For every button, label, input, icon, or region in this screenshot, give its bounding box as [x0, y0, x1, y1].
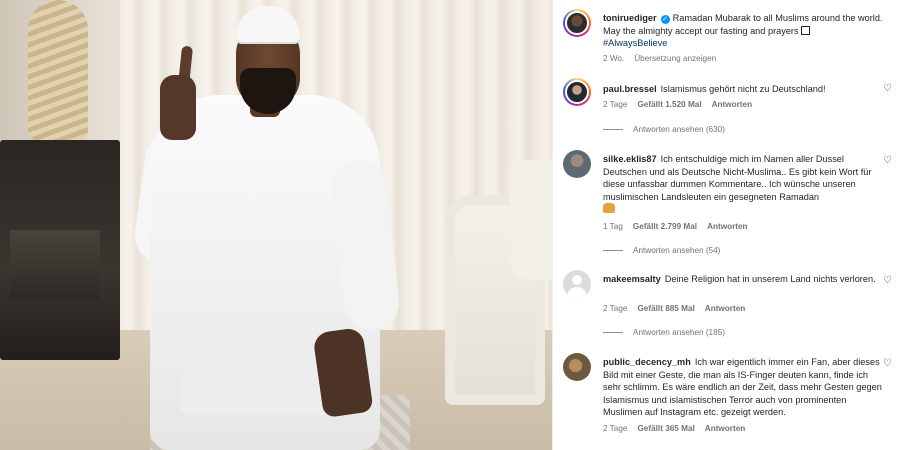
comment: silke.eklis87 Ich entschuldige mich im Na… — [563, 150, 893, 258]
praying-hands-emoji-icon — [603, 203, 615, 213]
comment-text: public_decency_mh Ich war eigentlich imme… — [603, 356, 883, 419]
emoji-glyph-icon — [801, 25, 811, 35]
comment-time: 2 Tage — [603, 304, 628, 313]
decorative-vase — [28, 0, 88, 140]
comment-text: paul.bressel Islamismus gehört nicht zu D… — [603, 83, 883, 96]
heart-icon[interactable]: ♡ — [883, 84, 893, 94]
translate-link[interactable]: Übersetzung anzeigen — [634, 54, 716, 63]
verified-badge-icon: ✓ — [660, 15, 670, 24]
armchair-arm — [510, 160, 552, 280]
reply-button[interactable]: Antworten — [712, 100, 752, 109]
caption-meta: 2 Wo. Übersetzung anzeigen — [603, 54, 726, 63]
comment: makeemsalty Deine Religion hat in unserem… — [563, 270, 893, 340]
comment-username[interactable]: makeemsalty — [603, 274, 661, 284]
hashtag-link[interactable]: #AlwaysBelieve — [603, 38, 667, 48]
comment-meta: 2 Tage Gefällt 885 Mal Antworten — [603, 304, 755, 313]
comment-meta: 2 Tage Gefällt 365 Mal Antworten — [603, 424, 755, 433]
comment-body: Deine Religion hat in unserem Land nicht… — [664, 274, 876, 284]
view-replies-button[interactable]: Antworten ansehen (54) — [603, 246, 720, 255]
view-replies-button[interactable]: Antworten ansehen (630) — [603, 125, 725, 134]
reply-button[interactable]: Antworten — [707, 222, 747, 231]
comment-text: silke.eklis87 Ich entschuldige mich im Na… — [603, 153, 883, 216]
heart-icon[interactable]: ♡ — [883, 276, 893, 286]
avatar[interactable] — [563, 150, 591, 178]
comment-meta: 2 Tage Gefällt 1.520 Mal Antworten — [603, 100, 762, 109]
view-replies-button[interactable]: Antworten ansehen (185) — [603, 328, 725, 337]
comments-panel: toniruediger ✓ Ramadan Mubarak to all Musl… — [552, 0, 900, 450]
comment-meta: 1 Tag Gefällt 2.799 Mal Antworten — [603, 222, 758, 231]
heart-icon[interactable]: ♡ — [883, 359, 893, 369]
comment-time: 2 Tage — [603, 424, 628, 433]
avatar[interactable] — [563, 78, 591, 106]
like-count[interactable]: Gefällt 365 Mal — [637, 424, 694, 433]
post-photo[interactable] — [0, 0, 552, 450]
person-raised-hand — [160, 75, 196, 140]
post-time: 2 Wo. — [603, 54, 625, 63]
avatar[interactable] — [563, 270, 591, 298]
comment-time: 2 Tage — [603, 100, 628, 109]
reply-button[interactable]: Antworten — [705, 424, 745, 433]
comment: public_decency_mh Ich war eigentlich imme… — [563, 353, 893, 448]
cabinet-shelf — [10, 230, 100, 300]
caption-text: toniruediger ✓ Ramadan Mubarak to all Musl… — [603, 12, 883, 50]
avatar[interactable] — [563, 353, 591, 381]
author-username[interactable]: toniruediger — [603, 13, 657, 23]
post-caption: toniruediger ✓ Ramadan Mubarak to all Musl… — [563, 9, 893, 69]
reply-button[interactable]: Antworten — [705, 304, 745, 313]
like-count[interactable]: Gefällt 1.520 Mal — [637, 100, 701, 109]
comment-text: makeemsalty Deine Religion hat in unserem… — [603, 273, 883, 286]
comment-username[interactable]: paul.bressel — [603, 84, 657, 94]
comment: paul.bressel Islamismus gehört nicht zu D… — [563, 78, 893, 138]
heart-icon[interactable]: ♡ — [883, 156, 893, 166]
like-count[interactable]: Gefällt 2.799 Mal — [633, 222, 697, 231]
comment-username[interactable]: public_decency_mh — [603, 357, 691, 367]
comment-time: 1 Tag — [603, 222, 623, 231]
comment-body: Islamismus gehört nicht zu Deutschland! — [660, 84, 826, 94]
comment-username[interactable]: silke.eklis87 — [603, 154, 657, 164]
like-count[interactable]: Gefällt 885 Mal — [637, 304, 694, 313]
avatar[interactable] — [563, 9, 591, 37]
